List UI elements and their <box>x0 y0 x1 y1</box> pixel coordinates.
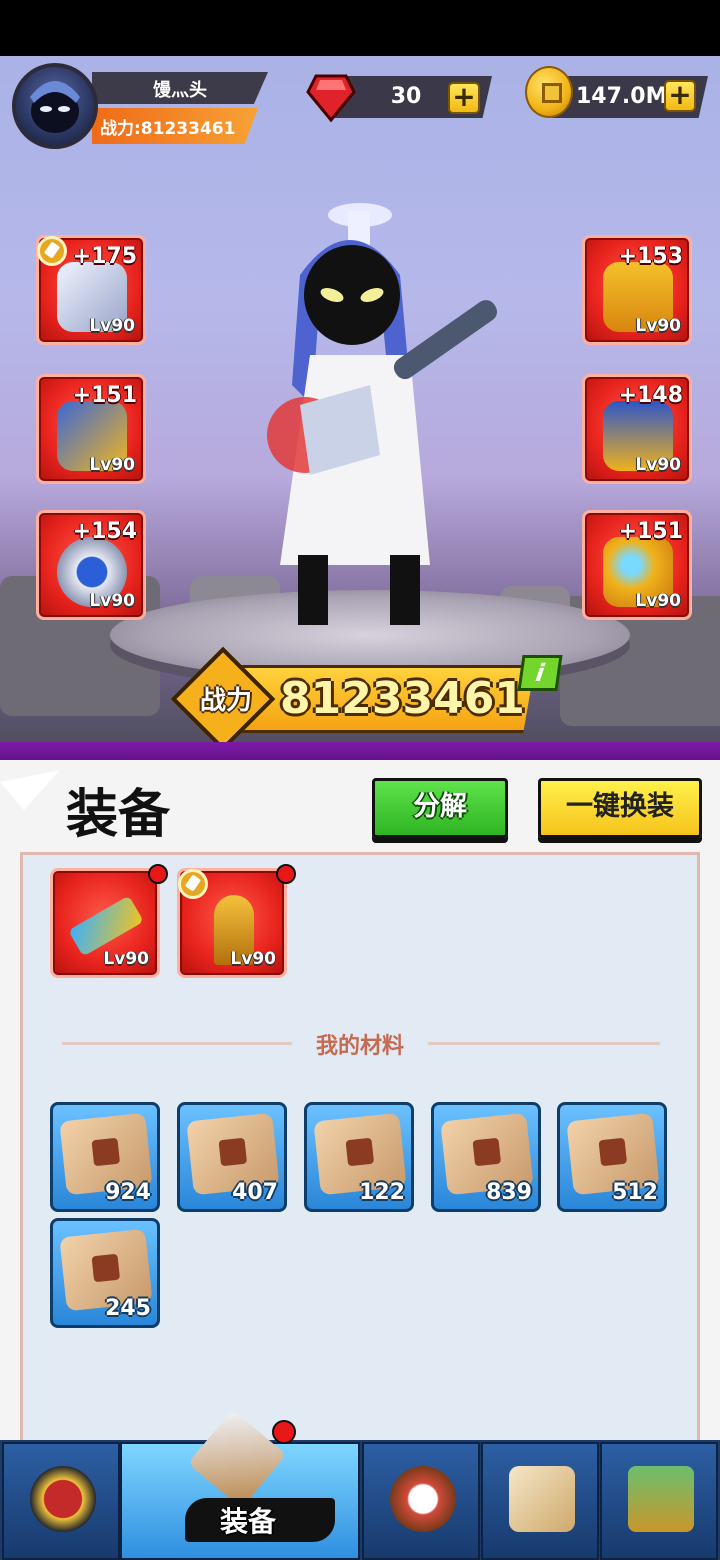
panel-title: 装备 <box>66 785 171 845</box>
inventory-item-1[interactable]: Lv90 <box>50 868 160 978</box>
enhance-level: +175 <box>72 244 137 269</box>
decompose-button[interactable]: 分解 <box>372 778 508 838</box>
hero-character[interactable] <box>240 185 500 635</box>
enhance-level: +154 <box>72 519 137 544</box>
new-item-dot <box>148 864 168 884</box>
material-weapon-scroll[interactable]: 924 <box>50 1102 160 1212</box>
equip-slot-right-2[interactable]: +148 Lv90 <box>582 374 692 484</box>
nav-tab-shop[interactable] <box>600 1442 718 1560</box>
item-level: Lv90 <box>89 316 135 336</box>
status-bar <box>0 0 720 56</box>
material-ring-scroll[interactable]: 122 <box>304 1102 414 1212</box>
player-power: 战力:81233461 <box>100 119 236 139</box>
scroll-tab-icon <box>509 1466 575 1532</box>
equip-slot-right-3[interactable]: +151 Lv90 <box>582 510 692 620</box>
materials-title: 我的材料 <box>315 1034 404 1059</box>
nav-active-label: 装备 <box>219 1505 276 1538</box>
material-gauntlet-scroll[interactable]: 512 <box>557 1102 667 1212</box>
info-button[interactable]: i <box>517 655 563 691</box>
equip-slot-right-1[interactable]: +153 Lv90 <box>582 235 692 345</box>
nav-tab-hero[interactable] <box>2 1442 120 1560</box>
enhance-level: +151 <box>618 519 683 544</box>
nav-badge-dot <box>272 1420 296 1444</box>
item-level: Lv90 <box>230 949 276 969</box>
item-level: Lv90 <box>635 455 681 475</box>
item-level: Lv90 <box>635 316 681 336</box>
lock-icon <box>178 869 208 899</box>
add-gems-button[interactable]: + <box>448 82 480 114</box>
item-level: Lv90 <box>89 591 135 611</box>
coin-count: 147.0M <box>576 84 668 109</box>
material-qty: 122 <box>359 1180 405 1205</box>
divider-left <box>62 1042 292 1045</box>
divider-right <box>428 1042 660 1045</box>
item-level: Lv90 <box>635 591 681 611</box>
nav-tab-scroll[interactable] <box>481 1442 599 1560</box>
sword-icon <box>68 895 144 957</box>
material-qty: 245 <box>105 1296 151 1321</box>
coin-icon <box>525 66 573 118</box>
auto-equip-button[interactable]: 一键换装 <box>538 778 702 838</box>
gem-icon <box>306 74 356 123</box>
shop-tab-icon <box>628 1466 694 1532</box>
hero-tab-icon <box>30 1466 96 1532</box>
inventory-item-2[interactable]: Lv90 <box>177 868 287 978</box>
enhance-level: +148 <box>618 383 683 408</box>
material-armor-scroll[interactable]: 407 <box>177 1102 287 1212</box>
nav-tab-drum[interactable] <box>362 1442 480 1560</box>
equip-slot-left-3[interactable]: +154 Lv90 <box>36 510 146 620</box>
material-boots-scroll[interactable]: 839 <box>431 1102 541 1212</box>
hero-avatar-icon <box>30 81 80 133</box>
material-qty: 839 <box>486 1180 532 1205</box>
add-coins-button[interactable]: + <box>664 80 696 112</box>
material-qty: 407 <box>232 1180 278 1205</box>
enhance-level: +153 <box>618 244 683 269</box>
item-level: Lv90 <box>89 455 135 475</box>
equip-slot-left-1[interactable]: +175 Lv90 <box>36 235 146 345</box>
lock-icon <box>37 236 67 266</box>
item-level: Lv90 <box>103 949 149 969</box>
combat-power-value: 81233461 <box>280 673 525 724</box>
equip-slot-left-2[interactable]: +151 Lv90 <box>36 374 146 484</box>
material-helmet-scroll[interactable]: 245 <box>50 1218 160 1328</box>
drum-tab-icon <box>390 1466 456 1532</box>
gem-count: 30 <box>390 84 422 109</box>
player-name: 馒灬头 <box>153 80 207 101</box>
combat-power-label: 战力 <box>199 686 252 716</box>
material-qty: 924 <box>105 1180 151 1205</box>
new-item-dot <box>276 864 296 884</box>
enhance-level: +151 <box>72 383 137 408</box>
player-avatar[interactable] <box>12 63 98 149</box>
material-qty: 512 <box>612 1180 658 1205</box>
